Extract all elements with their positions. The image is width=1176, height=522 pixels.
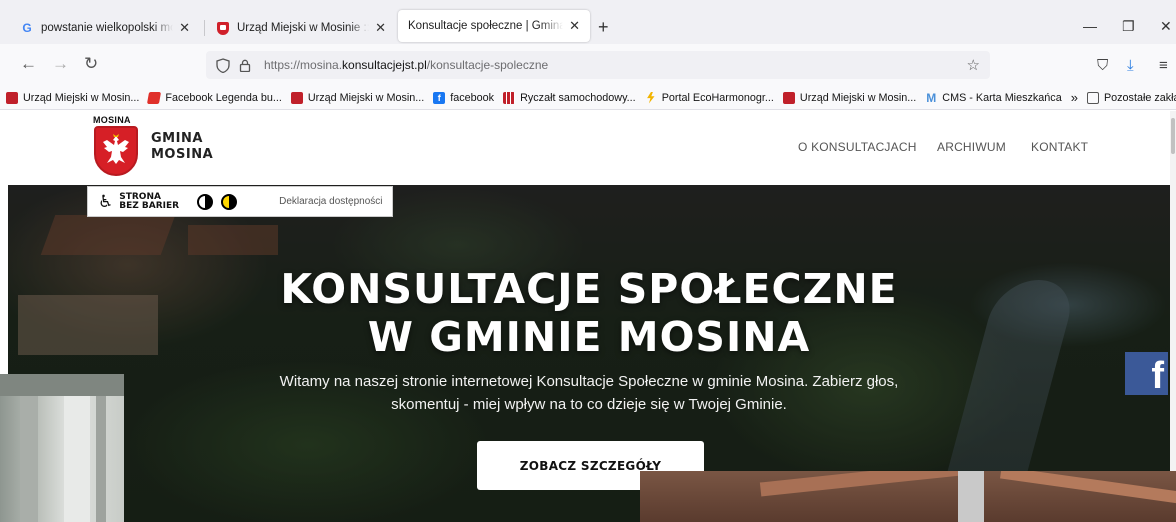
bookmark-star-icon[interactable]: ☆ xyxy=(967,56,980,74)
bookmark-item[interactable]: Ryczałt samochodowy... xyxy=(503,91,636,104)
overlapping-wooden-structure-photo xyxy=(640,471,1176,522)
bookmark-item[interactable]: Urząd Miejski w Mosin... xyxy=(782,91,917,104)
scrollbar-thumb[interactable] xyxy=(1171,118,1175,154)
contrast-toggle-black-white[interactable] xyxy=(197,193,214,210)
bookmark-label: Urząd Miejski w Mosin... xyxy=(307,91,425,104)
nav-kontakt[interactable]: KONTAKT xyxy=(1031,140,1088,154)
bookmark-item[interactable]: Urząd Miejski w Mosin... xyxy=(6,91,140,104)
pillar xyxy=(20,374,38,522)
eagle-icon xyxy=(103,134,129,164)
wooden-beam xyxy=(1000,471,1176,504)
bookmark-item[interactable]: f facebook xyxy=(433,91,495,104)
accessibility-logo[interactable]: ♿ STRONA BEZ BARIER xyxy=(98,192,179,212)
tab-konsultacje-active[interactable]: Konsultacje społeczne | Gmina Mosina ✕ xyxy=(398,10,590,42)
brand-line-2: MOSINA xyxy=(151,147,214,162)
flame-icon xyxy=(147,91,162,104)
bookmark-label: Pozostałe zakładki xyxy=(1103,91,1176,104)
coat-of-arms-icon xyxy=(216,21,230,35)
tab-title: Konsultacje społeczne | Gmina Mosina xyxy=(408,20,564,32)
bookmark-label: Facebook Legenda bu... xyxy=(165,91,282,104)
lock-icon[interactable] xyxy=(239,59,251,72)
facebook-side-icon[interactable]: f xyxy=(1125,352,1168,395)
forward-arrow-icon[interactable]: → xyxy=(52,55,69,73)
site-brand[interactable]: GMINA MOSINA xyxy=(151,131,213,163)
minimize-icon[interactable]: — xyxy=(1083,18,1097,34)
reload-icon[interactable]: ↻ xyxy=(84,55,98,73)
tab-title: powstanie wielkopolski mosina xyxy=(41,22,173,34)
hero-subtitle-line-1: Witamy na naszej stronie internetowej Ko… xyxy=(279,373,899,390)
nav-archiwum[interactable]: ARCHIWUM xyxy=(937,140,1006,154)
back-arrow-icon[interactable]: ← xyxy=(20,55,37,73)
tracking-protection-shield-icon[interactable] xyxy=(216,57,230,73)
bookmark-label: CMS - Karta Mieszkańca xyxy=(942,91,1062,104)
close-tab-icon[interactable]: ✕ xyxy=(375,20,386,36)
close-tab-icon[interactable]: ✕ xyxy=(179,20,190,36)
page-scrollbar[interactable] xyxy=(1170,111,1176,522)
cornice xyxy=(0,374,124,396)
hero-subtitle-line-2: skomentuj - miej wpływ na to co dzieje s… xyxy=(391,396,787,413)
pillar xyxy=(64,374,90,522)
nav-o-konsultacjach[interactable]: O KONSULTACJACH xyxy=(798,140,917,154)
new-tab-icon[interactable]: + xyxy=(598,17,609,38)
tab-title: Urząd Miejski w Mosinie :: Nasza xyxy=(237,22,369,34)
bookmark-label: facebook xyxy=(450,91,495,104)
tab-separator xyxy=(204,20,205,36)
bookmark-item[interactable]: Urząd Miejski w Mosin... xyxy=(290,91,425,104)
close-tab-icon[interactable]: ✕ xyxy=(569,18,580,34)
coat-of-arms-icon xyxy=(782,91,795,104)
grid-icon xyxy=(503,91,516,104)
google-icon: G xyxy=(22,21,32,35)
url-bar[interactable]: https://mosina.konsultacjejst.pl/konsult… xyxy=(206,51,990,79)
bolt-icon xyxy=(647,91,655,104)
menu-icon[interactable]: ≡ xyxy=(1159,57,1168,74)
wheelchair-icon: ♿ xyxy=(98,191,114,211)
facebook-icon: f xyxy=(433,91,446,104)
pocket-icon[interactable]: ⛉ xyxy=(1097,57,1108,74)
accessibility-line-2: BEZ BARIER xyxy=(119,200,180,211)
contrast-toggle-black-yellow[interactable] xyxy=(221,193,238,210)
other-bookmarks[interactable]: Pozostałe zakładki xyxy=(1086,91,1176,104)
bookmark-item[interactable]: Portal EcoHarmonogr... xyxy=(645,91,774,104)
m-icon: M xyxy=(926,90,937,105)
overlapping-building-photo xyxy=(0,374,124,522)
restore-icon[interactable]: ❐ xyxy=(1122,18,1135,35)
hero-title-line-1: KONSULTACJE SPOŁECZNE xyxy=(280,265,898,313)
download-icon[interactable]: ⤓ xyxy=(1127,57,1134,74)
metal-lamp xyxy=(958,471,984,522)
brand-line-1: GMINA xyxy=(151,131,203,146)
tab-urzad-miejski[interactable]: Urząd Miejski w Mosinie :: Nasza ✕ xyxy=(206,12,396,44)
bookmark-item[interactable]: M CMS - Karta Mieszkańca xyxy=(925,90,1062,105)
coat-of-arms-icon xyxy=(290,91,303,104)
coat-of-arms-icon xyxy=(6,91,18,104)
hero-title-line-2: W GMINIE MOSINA xyxy=(367,313,811,361)
tab-google-search[interactable]: G powstanie wielkopolski mosina ✕ xyxy=(10,12,200,44)
folder-icon xyxy=(1086,91,1099,104)
close-window-icon[interactable]: ✕ xyxy=(1160,18,1172,35)
wooden-beam xyxy=(759,471,981,497)
bookmark-label: Urząd Miejski w Mosin... xyxy=(799,91,917,104)
logo-caption: MOSINA xyxy=(93,115,131,125)
bookmarks-overflow-button[interactable]: » xyxy=(1071,90,1078,105)
accessibility-declaration-link[interactable]: Deklaracja dostępności xyxy=(279,196,382,207)
accessibility-bar: ♿ STRONA BEZ BARIER Deklaracja dostępnoś… xyxy=(87,186,393,217)
bookmark-label: Urząd Miejski w Mosin... xyxy=(23,91,140,104)
bookmarks-bar: Urząd Miejski w Mosin... Facebook Legend… xyxy=(0,86,1176,110)
bookmark-label: Portal EcoHarmonogr... xyxy=(661,91,774,104)
bookmark-item[interactable]: Facebook Legenda bu... xyxy=(147,91,282,104)
pillar xyxy=(96,374,106,522)
bookmark-label: Ryczałt samochodowy... xyxy=(520,91,636,104)
url-text[interactable]: https://mosina.konsultacjejst.pl/konsult… xyxy=(264,58,548,72)
